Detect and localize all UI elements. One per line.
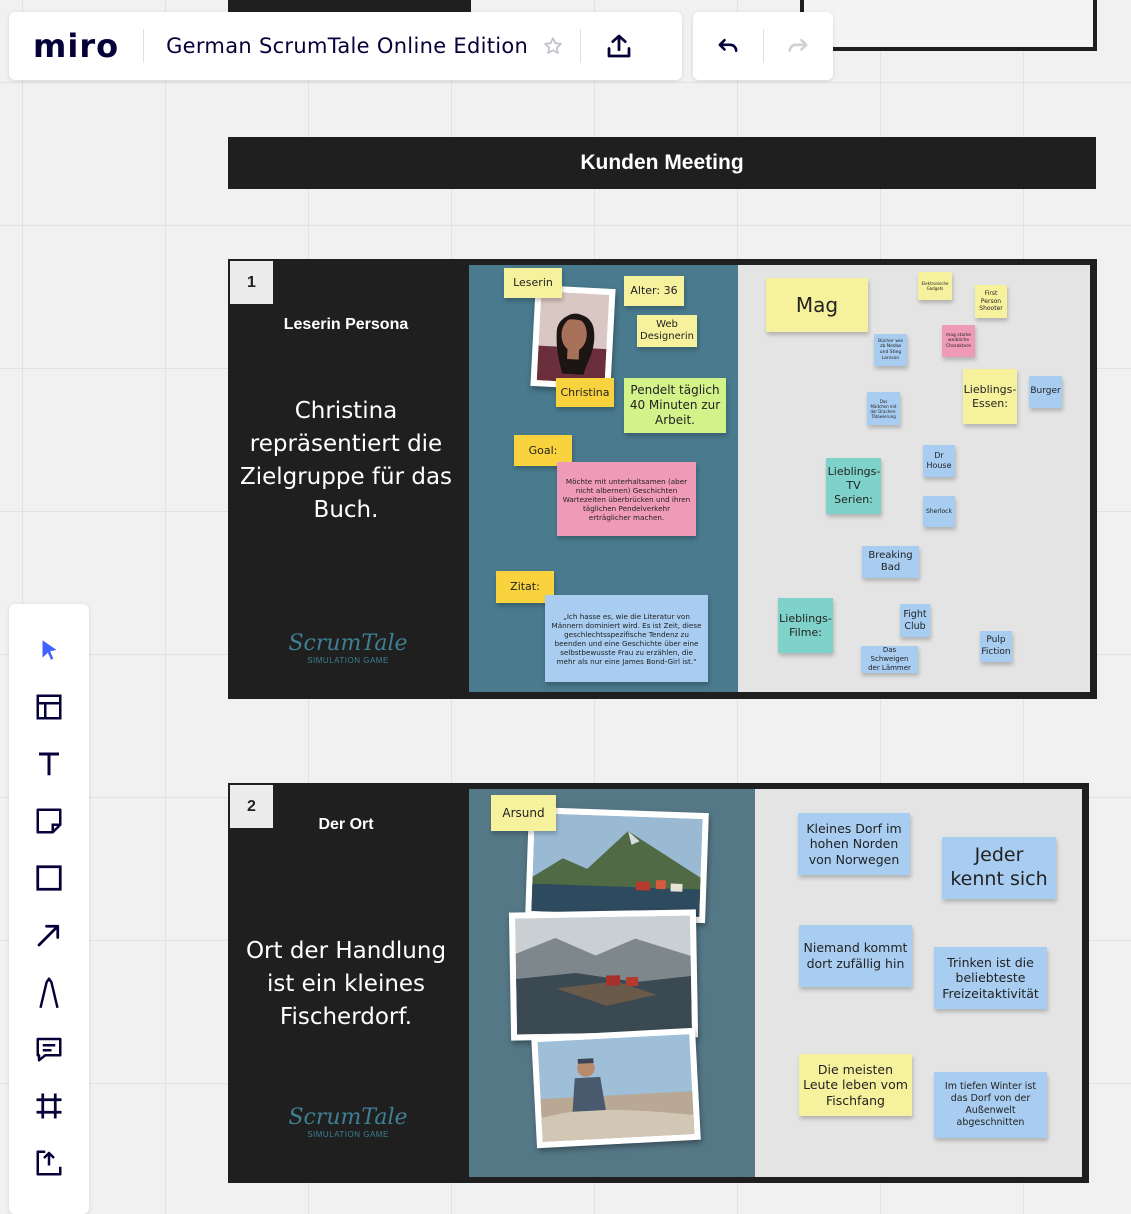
brand-subtitle: SIMULATION GAME bbox=[307, 1130, 389, 1139]
templates-icon[interactable] bbox=[29, 687, 69, 727]
sticky-note-tv-label[interactable]: Lieblings-TV Serien: bbox=[826, 458, 881, 514]
sticky-note-dorf[interactable]: Kleines Dorf im hohen Norden von Norwege… bbox=[798, 813, 910, 875]
sticky-note-shooter[interactable]: First Person Shooter bbox=[975, 285, 1007, 318]
frame-description: Christina repräsentiert die Zielgruppe f… bbox=[239, 398, 453, 523]
scrumtale-logo: ScrumTale SIMULATION GAME bbox=[283, 1105, 413, 1140]
scrumtale-logo: ScrumTale SIMULATION GAME bbox=[283, 631, 413, 666]
top-toolbar: miro German ScrumTale Online Edition bbox=[9, 12, 682, 80]
undo-redo-toolbar bbox=[693, 12, 833, 80]
miro-logo[interactable]: miro bbox=[33, 27, 119, 65]
sticky-note-maedchen[interactable]: Das Mädchen mit der Drachen-Tätowierung bbox=[867, 392, 900, 425]
sticky-note-mag[interactable]: Mag bbox=[766, 278, 868, 332]
sticky-note-leute[interactable]: Die meisten Leute leben vom Fischfang bbox=[799, 1054, 912, 1116]
frame-title: Der Ort bbox=[318, 816, 374, 833]
star-icon[interactable] bbox=[542, 35, 564, 57]
shape-icon[interactable] bbox=[29, 858, 69, 898]
upload-tool-icon[interactable] bbox=[29, 1143, 69, 1183]
brand-name: ScrumTale bbox=[288, 631, 408, 656]
sticky-note-beruf[interactable]: Web Designerin bbox=[637, 315, 697, 347]
text-icon[interactable] bbox=[29, 744, 69, 784]
frame-number: 1 bbox=[230, 261, 273, 304]
sticky-note-winter[interactable]: Im tiefen Winter ist das Dorf von der Au… bbox=[934, 1072, 1047, 1138]
sticky-note-zitat-text[interactable]: „Ich hasse es, wie die Literatur von Män… bbox=[545, 595, 708, 682]
frame-description: Ort der Handlung ist ein kleines Fischer… bbox=[245, 938, 447, 1030]
sticky-note-schweigen[interactable]: Das Schweigen der Lämmer bbox=[861, 646, 918, 673]
pen-icon[interactable] bbox=[29, 972, 69, 1012]
upload-icon[interactable] bbox=[601, 28, 637, 64]
sticky-note-niemand[interactable]: Niemand kommt dort zufällig hin bbox=[799, 925, 912, 987]
sticky-note-charaktere[interactable]: mag starke weibliche Charaktere bbox=[942, 325, 975, 357]
board-title[interactable]: German ScrumTale Online Edition bbox=[166, 34, 528, 58]
undo-icon[interactable] bbox=[693, 12, 763, 80]
sticky-note-jeder-kennt[interactable]: Jeder kennt sich bbox=[942, 837, 1056, 899]
sticky-note-goal-text[interactable]: Möchte mit unterhaltsamen (aber nicht al… bbox=[557, 462, 696, 536]
select-icon[interactable] bbox=[29, 630, 69, 670]
sticky-note-gadgets[interactable]: Elektronische Gadgets bbox=[918, 272, 952, 300]
creation-toolbar bbox=[9, 604, 89, 1214]
comment-icon[interactable] bbox=[29, 1029, 69, 1069]
frame-icon[interactable] bbox=[29, 1086, 69, 1126]
sticky-note-name[interactable]: Christina bbox=[556, 378, 614, 407]
brand-name: ScrumTale bbox=[288, 1105, 408, 1130]
previous-frame-dark-panel bbox=[228, 0, 471, 12]
sticky-note-essen-label[interactable]: Lieblings-Essen: bbox=[963, 369, 1017, 424]
redo-icon[interactable] bbox=[764, 12, 834, 80]
sticky-note-icon[interactable] bbox=[29, 801, 69, 841]
sticky-note-pulp-fiction[interactable]: Pulp Fiction bbox=[980, 631, 1012, 662]
sticky-note-dr-house[interactable]: Dr House bbox=[923, 445, 955, 477]
brand-subtitle: SIMULATION GAME bbox=[307, 656, 389, 665]
arrow-icon[interactable] bbox=[29, 915, 69, 955]
kunden-meeting-banner[interactable]: Kunden Meeting bbox=[228, 137, 1096, 189]
sticky-note-breaking-bad[interactable]: Breaking Bad bbox=[862, 546, 919, 578]
sticky-note-fight-club[interactable]: Fight Club bbox=[900, 604, 930, 637]
sticky-note-alter[interactable]: Alter: 36 bbox=[624, 276, 684, 306]
photo-fishing-village[interactable] bbox=[508, 909, 699, 1041]
sticky-note-trinken[interactable]: Trinken ist die beliebteste Freizeitakti… bbox=[934, 947, 1047, 1009]
sticky-note-burger[interactable]: Burger bbox=[1029, 376, 1062, 408]
frame-title: Leserin Persona bbox=[283, 316, 409, 333]
sticky-note-pendelt[interactable]: Pendelt täglich 40 Minuten zur Arbeit. bbox=[624, 378, 726, 433]
sticky-note-sherlock[interactable]: Sherlock bbox=[923, 496, 955, 527]
sticky-note-filme-label[interactable]: Lieblings-Filme: bbox=[778, 598, 833, 653]
toolbar-divider bbox=[143, 29, 145, 63]
photo-fisherman[interactable] bbox=[531, 1027, 701, 1149]
toolbar-divider bbox=[580, 29, 582, 63]
sticky-note-buecher[interactable]: Bücher wie zb Nesbø und Stieg Larsson bbox=[874, 334, 907, 366]
persona-photo[interactable] bbox=[530, 284, 616, 391]
previous-frame-border bbox=[800, 0, 1097, 51]
sticky-note-leserin[interactable]: Leserin bbox=[504, 268, 562, 298]
sticky-note-arsund[interactable]: Arsund bbox=[491, 795, 556, 831]
